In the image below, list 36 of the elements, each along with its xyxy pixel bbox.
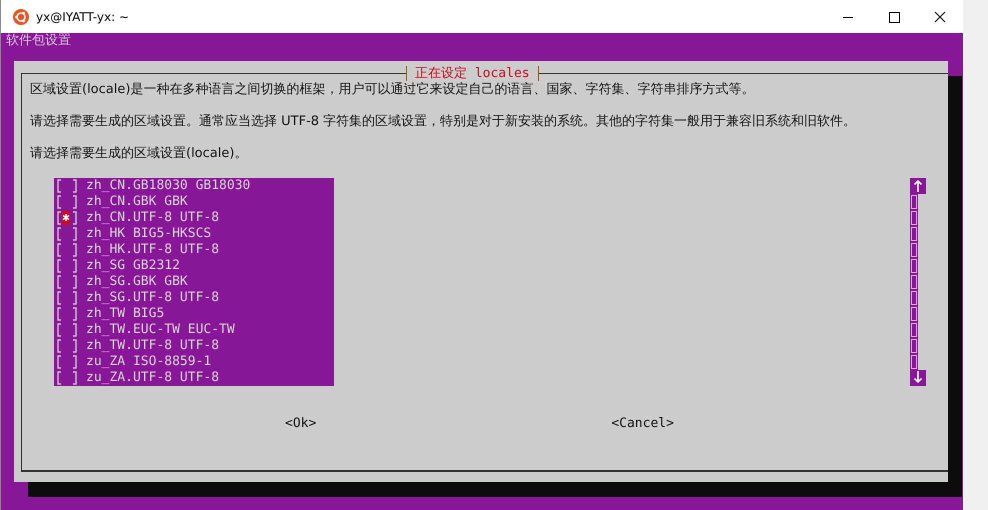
locale-option[interactable]: zh_SG GB2312 xyxy=(86,258,180,274)
checkbox[interactable] xyxy=(56,274,78,290)
checkbox[interactable] xyxy=(56,194,78,210)
locale-option[interactable]: zh_TW.EUC-TW EUC-TW xyxy=(86,322,235,338)
window-title: yx@IYATT-yx: ~ xyxy=(36,10,129,24)
dialog-button[interactable]: <Cancel> xyxy=(611,416,674,432)
checkbox[interactable] xyxy=(56,226,78,242)
description-text: 请选择需要生成的区域设置(locale)。 xyxy=(30,146,248,162)
checkbox[interactable] xyxy=(56,322,78,338)
checkbox[interactable] xyxy=(56,338,78,354)
description-text: 请选择需要生成的区域设置。通常应当选择 UTF-8 字符集的区域设置，特别是对于新安装的系统。其他的字符集一般用于兼容旧系统和旧软件。 xyxy=(30,114,858,130)
locale-option[interactable]: zh_CN.GB18030 GB18030 xyxy=(86,178,250,194)
checkbox[interactable] xyxy=(56,306,78,322)
locale-option[interactable]: zu_ZA.UTF-8 UTF-8 xyxy=(86,370,220,386)
checkbox[interactable] xyxy=(56,242,78,258)
locale-option[interactable]: zh_TW BIG5 xyxy=(86,306,164,322)
description-text: 区域设置(locale)是一种在多种语言之间切换的框架，用户可以通过它来设定自己的语言、国家、字符集、字符串排序方式等。 xyxy=(30,82,756,98)
locale-option[interactable]: zh_HK BIG5-HKSCS xyxy=(86,226,212,242)
terminal-header: 软件包设置 xyxy=(5,33,72,49)
locale-option[interactable]: zu_ZA ISO-8859-1 xyxy=(86,354,212,370)
locale-option[interactable]: zh_HK.UTF-8 UTF-8 xyxy=(86,242,220,258)
locale-option[interactable]: zh_SG.UTF-8 UTF-8 xyxy=(86,290,220,306)
locale-option[interactable]: zh_SG.GBK GBK xyxy=(86,274,188,290)
locale-option[interactable]: zh_TW.UTF-8 UTF-8 xyxy=(86,338,220,354)
checkbox[interactable] xyxy=(56,178,78,194)
dialog-button[interactable]: <Ok> xyxy=(285,416,316,432)
locale-option[interactable]: zh_CN.GBK GBK xyxy=(86,194,188,210)
scrollbar[interactable] xyxy=(910,178,926,386)
checkbox[interactable] xyxy=(56,370,78,386)
checkbox[interactable] xyxy=(56,210,78,226)
locale-option[interactable]: zh_CN.UTF-8 UTF-8 xyxy=(86,210,220,226)
dialog-title: 正在设定 locales xyxy=(406,66,539,81)
checkbox[interactable] xyxy=(56,258,78,274)
app-logo-icon xyxy=(13,8,29,24)
checkbox[interactable] xyxy=(56,290,78,306)
checkbox[interactable] xyxy=(56,354,78,370)
